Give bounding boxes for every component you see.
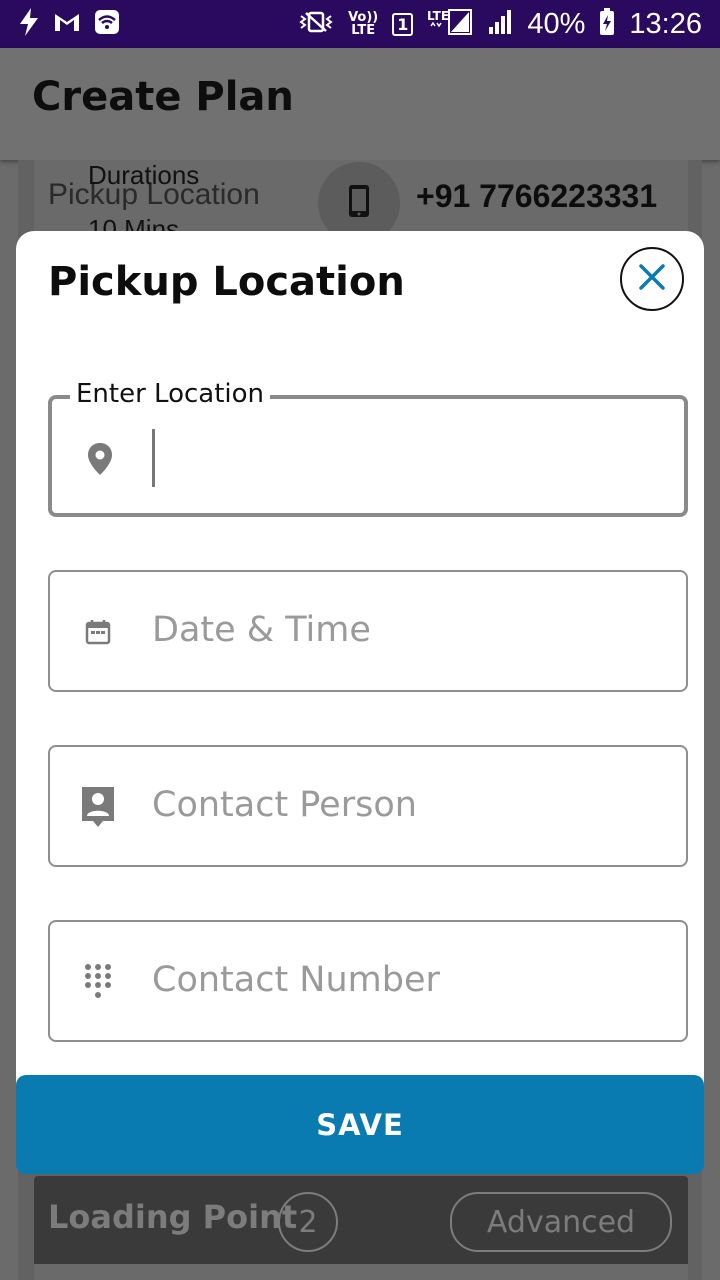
location-pin-icon bbox=[80, 439, 120, 479]
status-bar: Vo)) LTE 1 LTE 40% 13:26 bbox=[0, 0, 720, 48]
signal-icon bbox=[487, 9, 513, 40]
background-loading-count: 2 bbox=[278, 1192, 338, 1252]
status-right-icons: Vo)) LTE 1 LTE 40% 13:26 bbox=[298, 7, 702, 41]
svg-text:LTE: LTE bbox=[427, 9, 449, 23]
page-title: Create Plan bbox=[32, 74, 294, 120]
status-left-icons bbox=[18, 7, 120, 41]
background-bottom-strip bbox=[34, 1264, 688, 1280]
battery-percent: 40% bbox=[527, 7, 586, 40]
contact-number-input[interactable]: Contact Number bbox=[48, 920, 688, 1042]
gmail-icon bbox=[54, 12, 80, 37]
background-loading-label: Loading Point bbox=[48, 1198, 298, 1236]
calendar-icon bbox=[78, 612, 118, 652]
datetime-input[interactable]: Date & Time bbox=[48, 570, 688, 692]
battery-charging-icon bbox=[599, 7, 615, 41]
pickup-location-dialog: Pickup Location Enter Location Date & Ti… bbox=[16, 231, 704, 1174]
clock: 13:26 bbox=[629, 7, 702, 40]
wifi-icon bbox=[94, 9, 120, 40]
background-durations-label: Durations bbox=[88, 160, 200, 190]
app-bar: Create Plan bbox=[0, 48, 720, 160]
lte-signal-icon: LTE bbox=[427, 8, 473, 41]
location-input-label: Enter Location bbox=[70, 379, 271, 409]
contact-person-placeholder: Contact Person bbox=[152, 785, 417, 825]
contact-number-placeholder: Contact Number bbox=[152, 960, 440, 1000]
background-duration-value: 10 Mins bbox=[88, 214, 180, 232]
flash-icon bbox=[18, 7, 40, 41]
background-advanced-button: Advanced bbox=[450, 1192, 672, 1252]
close-icon bbox=[637, 262, 667, 296]
volte-indicator: Vo)) LTE bbox=[348, 11, 378, 37]
dialog-title: Pickup Location bbox=[48, 259, 405, 305]
dialpad-icon bbox=[78, 962, 118, 1002]
contact-person-input[interactable]: Contact Person bbox=[48, 745, 688, 867]
contact-person-icon bbox=[78, 787, 118, 827]
datetime-placeholder: Date & Time bbox=[152, 610, 371, 650]
volte-bottom: LTE bbox=[351, 23, 376, 38]
close-button[interactable] bbox=[620, 247, 684, 311]
save-button[interactable]: SAVE bbox=[16, 1075, 704, 1174]
location-input[interactable]: Enter Location bbox=[48, 379, 688, 517]
text-caret bbox=[152, 429, 155, 487]
vibrate-icon bbox=[298, 10, 334, 39]
background-phone-number: +91 7766223331 bbox=[416, 178, 658, 214]
sim-slot-badge: 1 bbox=[392, 12, 414, 36]
phone-icon bbox=[348, 184, 370, 222]
